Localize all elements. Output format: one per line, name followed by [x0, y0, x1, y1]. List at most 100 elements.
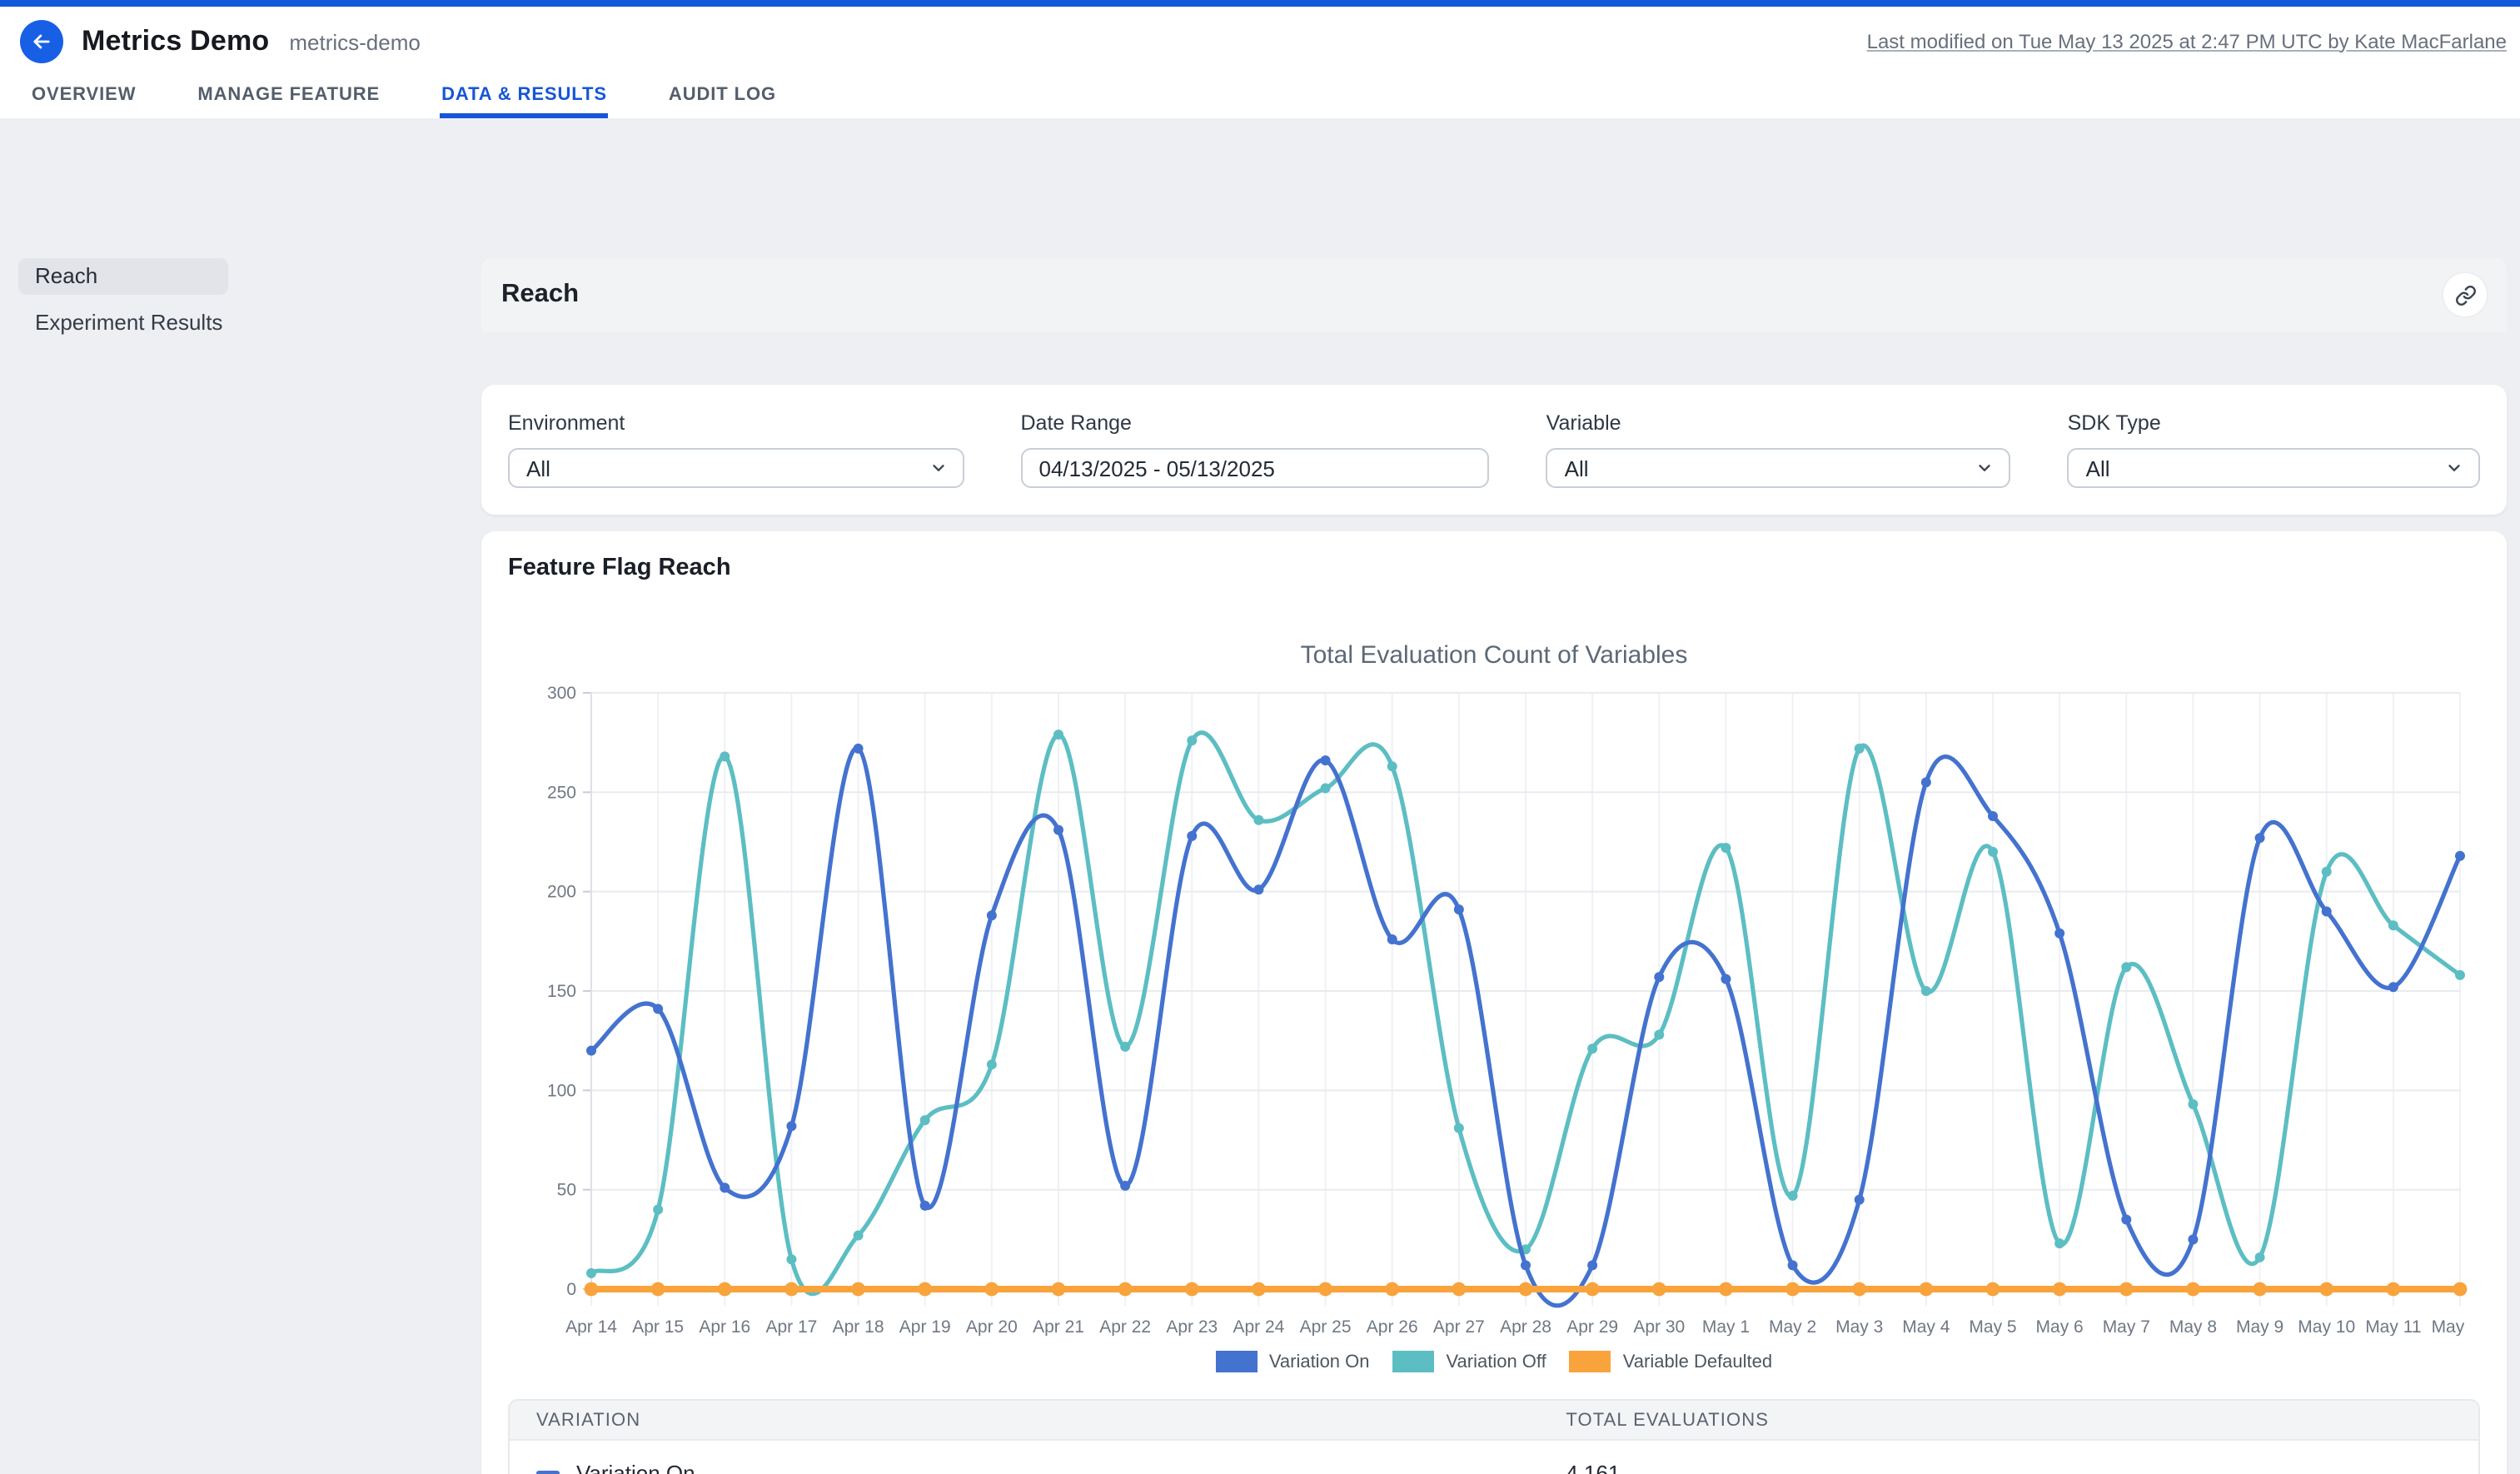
svg-text:Apr 29: Apr 29	[1566, 1317, 1618, 1336]
legend-label: Variation On	[1269, 1352, 1370, 1372]
svg-text:Apr 22: Apr 22	[1099, 1317, 1151, 1336]
legend-swatch	[1393, 1351, 1435, 1372]
content-area: Reach Experiment Results Reach Environme…	[0, 118, 2520, 1474]
variable-select[interactable]: All	[1546, 448, 2011, 488]
svg-text:May 8: May 8	[2169, 1317, 2217, 1336]
page-slug: metrics-demo	[289, 30, 421, 55]
sdk-type-label: SDK Type	[2068, 411, 2480, 435]
svg-text:Apr 17: Apr 17	[765, 1317, 817, 1336]
svg-text:May 2: May 2	[1769, 1317, 1816, 1336]
main-panel: Reach Environment All Date Range	[481, 258, 2507, 1474]
page: Metrics Demo metrics-demo Last modified …	[0, 0, 2520, 1474]
tab-overview[interactable]: OVERVIEW	[30, 75, 137, 118]
svg-text:Apr 26: Apr 26	[1367, 1317, 1418, 1336]
app-header: Metrics Demo metrics-demo Last modified …	[0, 7, 2520, 75]
svg-text:200: 200	[547, 883, 576, 902]
svg-text:300: 300	[547, 684, 576, 703]
section-title: Reach	[501, 280, 579, 310]
section-header: Reach	[481, 258, 2507, 331]
svg-text:May 12: May 12	[2432, 1317, 2470, 1336]
legend-label: Variable Defaulted	[1623, 1352, 1772, 1372]
svg-text:Apr 27: Apr 27	[1433, 1317, 1485, 1336]
evaluation-chart: Apr 14 Apr 15 Apr 16 Apr 17 Apr 18 Apr 19 Apr …	[508, 683, 2480, 1344]
tab-audit-log[interactable]: AUDIT LOG	[667, 75, 778, 118]
variable-label: Variable	[1546, 411, 2011, 435]
filter-variable: Variable All	[1546, 411, 2011, 488]
tab-bar: OVERVIEW MANAGE FEATURE DATA & RESULTS A…	[0, 75, 2520, 118]
svg-text:May 11: May 11	[2365, 1317, 2421, 1336]
row-label: Variation On	[576, 1461, 695, 1474]
legend-swatch	[1216, 1351, 1258, 1372]
svg-text:May 6: May 6	[2036, 1317, 2084, 1336]
svg-text:150: 150	[547, 982, 576, 1001]
variable-value: All	[1565, 456, 1589, 481]
svg-text:100: 100	[547, 1081, 576, 1100]
chart-legend: Variation On Variation Off Variable Defa…	[508, 1351, 2480, 1372]
svg-text:Apr 20: Apr 20	[966, 1317, 1018, 1336]
sidebar: Reach Experiment Results	[18, 258, 228, 351]
legend-swatch	[1570, 1351, 1611, 1372]
svg-text:Apr 19: Apr 19	[899, 1317, 951, 1336]
table-row[interactable]: Variation On 4,161	[510, 1441, 2478, 1474]
svg-text:250: 250	[547, 783, 576, 802]
column-header-variation: VARIATION	[510, 1410, 1539, 1430]
date-range-input[interactable]	[1021, 448, 1490, 488]
environment-select[interactable]: All	[508, 448, 964, 488]
sidebar-item-reach[interactable]: Reach	[18, 258, 228, 295]
svg-text:Apr 25: Apr 25	[1300, 1317, 1352, 1336]
svg-text:May 10: May 10	[2298, 1317, 2355, 1336]
copy-link-button[interactable]	[2443, 273, 2487, 316]
svg-text:Apr 18: Apr 18	[833, 1317, 884, 1336]
row-value: 4,161	[1539, 1461, 2478, 1474]
svg-text:Apr 14: Apr 14	[565, 1317, 617, 1336]
sdk-type-value: All	[2086, 456, 2110, 481]
sdk-type-select[interactable]: All	[2068, 448, 2480, 488]
sidebar-item-experiment-results[interactable]: Experiment Results	[18, 305, 228, 341]
top-accent-bar	[0, 0, 2520, 7]
filter-date-range: Date Range	[1021, 411, 1490, 488]
svg-text:May 7: May 7	[2103, 1317, 2150, 1336]
last-modified-text[interactable]: Last modified on Tue May 13 2025 at 2:47…	[1867, 29, 2507, 52]
svg-text:Apr 23: Apr 23	[1166, 1317, 1218, 1336]
tab-data-and-results[interactable]: DATA & RESULTS	[440, 75, 609, 118]
environment-label: Environment	[508, 411, 964, 435]
back-arrow-icon	[30, 29, 53, 52]
legend-label: Variation Off	[1447, 1352, 1546, 1372]
svg-text:May 9: May 9	[2236, 1317, 2283, 1336]
series-dash	[536, 1471, 560, 1474]
link-icon	[2454, 284, 2476, 306]
filters-card: Environment All Date Range Variable All	[481, 385, 2507, 515]
svg-text:May 5: May 5	[1969, 1317, 2016, 1336]
svg-text:May 3: May 3	[1835, 1317, 1883, 1336]
svg-text:Apr 30: Apr 30	[1633, 1317, 1685, 1336]
back-button[interactable]	[20, 19, 63, 62]
line-chart: Apr 14 Apr 15 Apr 16 Apr 17 Apr 18 Apr 19 Apr …	[508, 683, 2470, 1336]
date-range-label: Date Range	[1021, 411, 1490, 435]
variation-table: VARIATION TOTAL EVALUATIONS Variation On…	[508, 1399, 2480, 1474]
chart-card: Feature Flag Reach Total Evaluation Coun…	[481, 531, 2507, 1474]
chevron-down-icon	[929, 459, 948, 477]
legend-item-variable-defaulted[interactable]: Variable Defaulted	[1570, 1351, 1772, 1372]
svg-text:0: 0	[566, 1280, 576, 1299]
svg-text:Apr 21: Apr 21	[1033, 1317, 1084, 1336]
svg-text:Apr 15: Apr 15	[632, 1317, 684, 1336]
chevron-down-icon	[1976, 459, 1995, 477]
column-header-total-evaluations: TOTAL EVALUATIONS	[1539, 1410, 2478, 1430]
legend-item-variation-on[interactable]: Variation On	[1216, 1351, 1370, 1372]
svg-text:May 1: May 1	[1702, 1317, 1750, 1336]
svg-text:Apr 16: Apr 16	[699, 1317, 750, 1336]
svg-text:May 4: May 4	[1902, 1317, 1950, 1336]
filter-sdk-type: SDK Type All	[2068, 411, 2480, 488]
tab-manage-feature[interactable]: MANAGE FEATURE	[196, 75, 381, 118]
svg-text:Apr 24: Apr 24	[1233, 1317, 1284, 1336]
table-header: VARIATION TOTAL EVALUATIONS	[510, 1401, 2478, 1441]
legend-item-variation-off[interactable]: Variation Off	[1393, 1351, 1546, 1372]
chart-title: Total Evaluation Count of Variables	[508, 641, 2480, 670]
chart-card-title: Feature Flag Reach	[508, 555, 2480, 581]
page-title: Metrics Demo	[82, 24, 269, 57]
filter-environment: Environment All	[508, 411, 964, 488]
svg-text:Apr 28: Apr 28	[1500, 1317, 1551, 1336]
environment-value: All	[526, 456, 550, 481]
chevron-down-icon	[2445, 459, 2463, 477]
svg-text:50: 50	[557, 1181, 576, 1200]
